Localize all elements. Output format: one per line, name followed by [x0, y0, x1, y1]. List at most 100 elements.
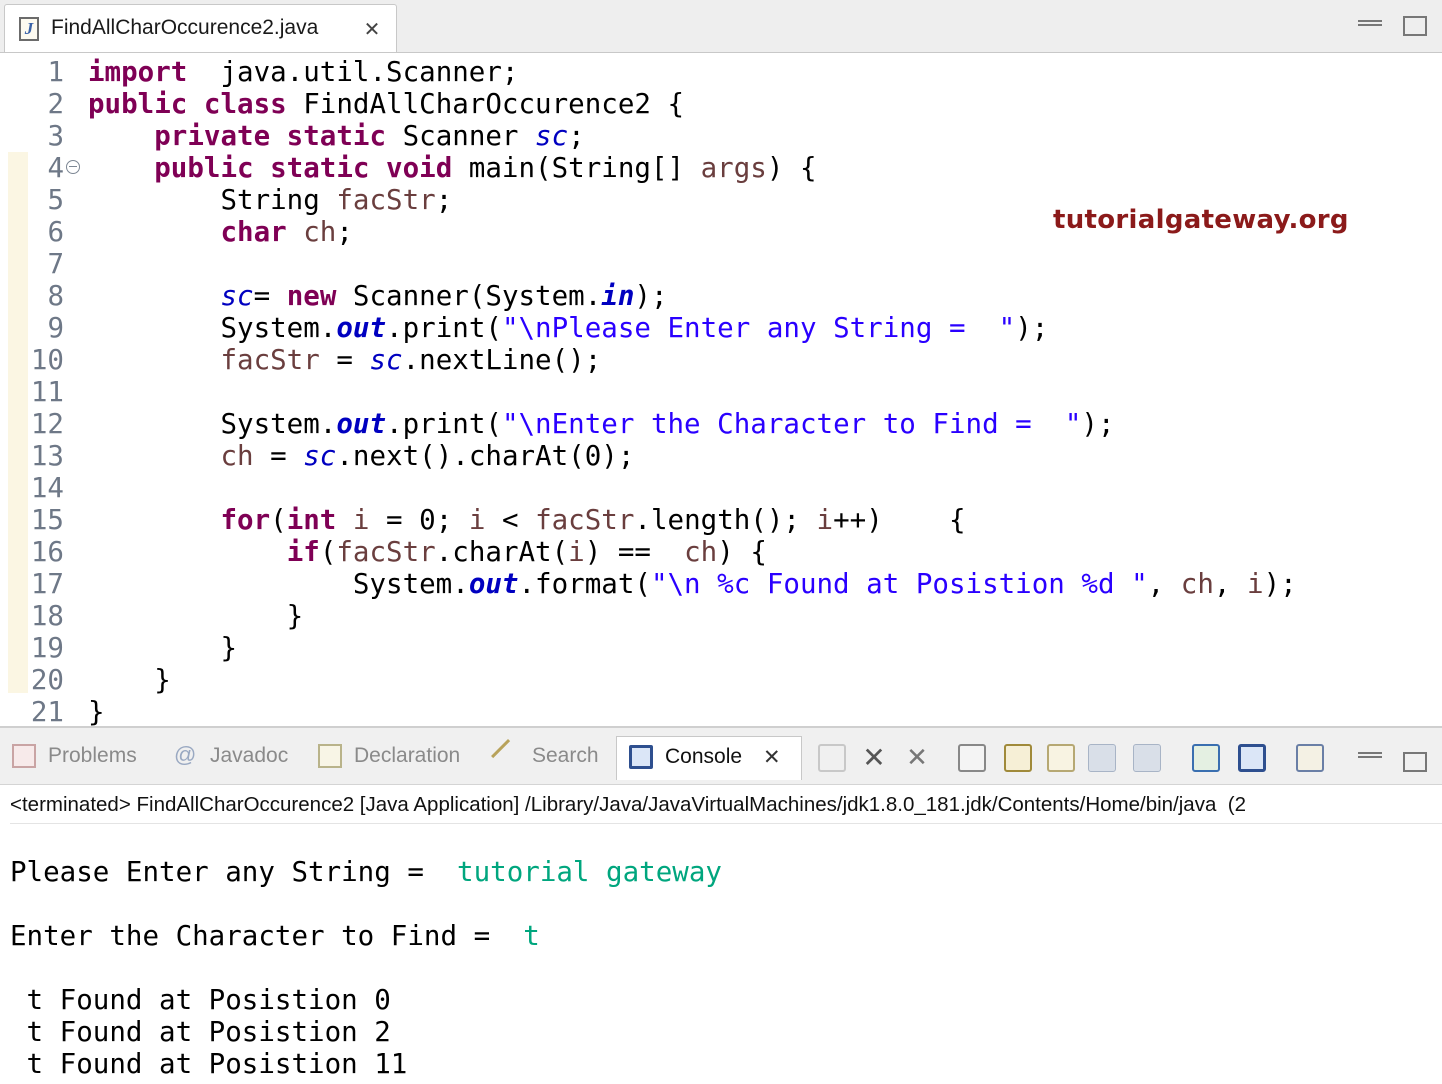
token-kw: private static — [154, 120, 387, 152]
token: } — [88, 696, 105, 726]
code-line[interactable]: 12 System.out.print("\nEnter the Charact… — [0, 408, 1442, 440]
code-text: private static Scanner sc; — [88, 120, 585, 152]
token-fld: sc — [303, 440, 337, 472]
terminate-icon[interactable] — [818, 744, 846, 772]
token: Scanner(System. — [336, 280, 602, 312]
code-line[interactable]: 1 import java.util.Scanner; — [0, 56, 1442, 88]
token: ; — [336, 216, 353, 248]
token: .print( — [386, 312, 502, 344]
code-text: } — [88, 600, 304, 632]
minimize-icon[interactable] — [1358, 746, 1382, 758]
token: System. — [88, 568, 469, 600]
console-text: t Found at Posistion 2 — [10, 1016, 391, 1048]
code-line[interactable]: 18 } — [0, 600, 1442, 632]
line-number: 8 — [47, 280, 64, 312]
code-line[interactable]: 9 System.out.print("\nPlease Enter any S… — [0, 312, 1442, 344]
close-icon[interactable]: ✕ — [360, 17, 384, 41]
code-line[interactable]: 4 public static void main(String[] args)… — [0, 152, 1442, 184]
display-console-icon[interactable] — [1238, 744, 1266, 772]
show-console-on-output-icon[interactable] — [1088, 744, 1116, 772]
token: .charAt( — [435, 536, 569, 568]
console-text: t Found at Posistion 0 — [10, 984, 391, 1016]
maximize-icon[interactable] — [1403, 16, 1427, 36]
token-fld: sc — [535, 120, 569, 152]
token-kw: public static void — [154, 152, 453, 184]
code-line[interactable]: 20 } — [0, 664, 1442, 696]
token-sfld: out — [336, 408, 387, 440]
token: .format( — [518, 568, 651, 600]
tab-declaration[interactable]: Declaration — [318, 736, 483, 780]
close-icon[interactable]: ✕ — [763, 745, 781, 770]
token: = — [319, 344, 370, 376]
token-var: ch — [684, 536, 718, 568]
maximize-icon[interactable] — [1403, 752, 1427, 772]
code-text: import java.util.Scanner; — [88, 56, 518, 88]
code-line[interactable]: 15 for(int i = 0; i < facStr.length(); i… — [0, 504, 1442, 536]
console-line: Enter the Character to Find = t — [10, 920, 540, 952]
code-line[interactable]: 21} — [0, 696, 1442, 726]
code-line[interactable]: 19 } — [0, 632, 1442, 664]
code-text: sc= new Scanner(System.in); — [88, 280, 667, 312]
line-number: 20 — [30, 664, 64, 696]
remove-all-terminated-icon[interactable]: ✕ — [903, 744, 931, 772]
tab-problems[interactable]: Problems — [12, 736, 162, 780]
code-text: System.out.print("\nPlease Enter any Str… — [88, 312, 1048, 344]
code-line[interactable]: 10 facStr = sc.nextLine(); — [0, 344, 1442, 376]
search-icon — [491, 739, 525, 773]
token: String — [88, 184, 337, 216]
scroll-lock-icon[interactable] — [1004, 744, 1032, 772]
line-number: 18 — [30, 600, 64, 632]
token: } — [88, 664, 171, 696]
code-line[interactable]: 2 public class FindAllCharOccurence2 { — [0, 88, 1442, 120]
code-text: public static void main(String[] args) { — [88, 152, 816, 184]
show-console-on-error-icon[interactable] — [1133, 744, 1161, 772]
tab-search[interactable]: Search — [491, 736, 611, 780]
tab-label: Search — [532, 744, 599, 767]
clear-console-icon[interactable] — [958, 744, 986, 772]
token-var: ch — [220, 440, 254, 472]
token-str: "\n %c Found at Posistion %d " — [650, 568, 1148, 600]
editor-tab[interactable]: J FindAllCharOccurence2.java ✕ — [4, 4, 397, 52]
code-line[interactable]: 3 private static Scanner sc; — [0, 120, 1442, 152]
minimize-icon[interactable] — [1358, 14, 1382, 26]
token-kw: int — [286, 504, 337, 536]
line-number: 16 — [30, 536, 64, 568]
code-text: ch = sc.next().charAt(0); — [88, 440, 634, 472]
token: .nextLine(); — [402, 344, 602, 376]
console-status: <terminated> FindAllCharOccurence2 [Java… — [10, 793, 1246, 816]
remove-launch-icon[interactable]: ✕ — [860, 744, 888, 772]
code-line[interactable]: 17 System.out.format("\n %c Found at Pos… — [0, 568, 1442, 600]
console-line: t Found at Posistion 0 — [10, 984, 391, 1016]
token: Scanner — [386, 120, 536, 152]
code-line[interactable]: 11 — [0, 376, 1442, 408]
java-file-icon: J — [19, 17, 39, 41]
tab-label: Problems — [48, 744, 137, 767]
line-number: 17 — [30, 568, 64, 600]
open-console-icon[interactable] — [1296, 744, 1324, 772]
code-line[interactable]: 8 sc= new Scanner(System.in); — [0, 280, 1442, 312]
code-line[interactable]: 16 if(facStr.charAt(i) == ch) { — [0, 536, 1442, 568]
tab-javadoc[interactable]: @ Javadoc — [174, 736, 304, 780]
token-fld: sc — [369, 344, 403, 376]
code-text: System.out.format("\n %c Found at Posist… — [88, 568, 1297, 600]
line-number: 13 — [30, 440, 64, 472]
code-text: System.out.print("\nEnter the Character … — [88, 408, 1114, 440]
code-line[interactable]: 7 — [0, 248, 1442, 280]
token: System. — [88, 312, 337, 344]
tab-console[interactable]: Console ✕ — [616, 736, 802, 780]
console-line: Please Enter any String = tutorial gatew… — [10, 856, 722, 888]
token: < — [485, 504, 536, 536]
word-wrap-icon[interactable] — [1047, 744, 1075, 772]
code-editor[interactable]: 1 import java.util.Scanner; 2 public class … — [0, 53, 1442, 726]
token-var: ch — [1180, 568, 1214, 600]
pin-console-icon[interactable] — [1192, 744, 1220, 772]
token-var: facStr — [336, 536, 436, 568]
collapse-icon[interactable] — [66, 160, 80, 174]
code-text: String facStr; — [88, 184, 452, 216]
code-line[interactable]: 13 ch = sc.next().charAt(0); — [0, 440, 1442, 472]
token: = — [253, 280, 287, 312]
code-line[interactable]: 14 — [0, 472, 1442, 504]
